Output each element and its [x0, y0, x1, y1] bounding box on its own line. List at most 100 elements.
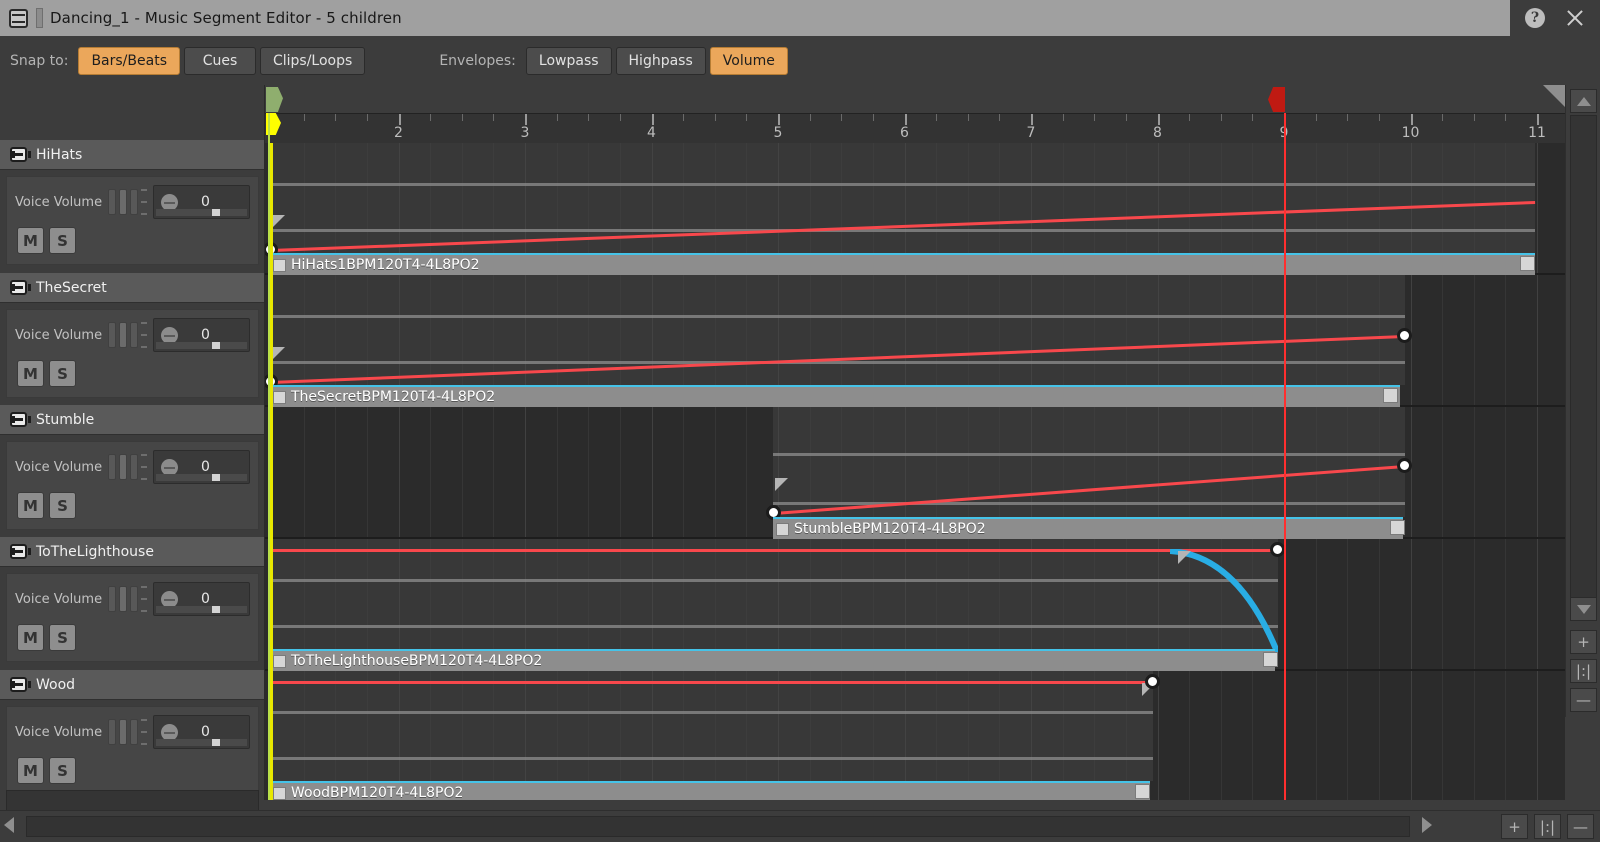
scroll-left-button[interactable] — [4, 817, 14, 833]
envelope-volume-button[interactable]: Volume — [709, 46, 788, 75]
mute-button[interactable]: M — [17, 227, 44, 254]
horizontal-scroll-track[interactable] — [26, 816, 1410, 837]
clip-label-bar[interactable]: WoodBPM120T4-4L8PO2 — [270, 781, 1150, 800]
clip-region[interactable] — [270, 671, 1153, 781]
clip-left-handle[interactable] — [776, 522, 789, 536]
volume-knob-icon[interactable] — [161, 193, 178, 211]
scroll-up-button[interactable] — [1570, 89, 1597, 113]
scroll-down-button[interactable] — [1570, 597, 1597, 621]
envelope-fade-handle[interactable] — [775, 478, 788, 491]
clip-right-handle[interactable] — [1390, 520, 1405, 535]
help-button[interactable]: ? — [1522, 5, 1548, 31]
track-title-bar[interactable]: Stumble — [0, 405, 265, 435]
solo-button[interactable]: S — [49, 227, 76, 254]
mute-button[interactable]: M — [17, 360, 44, 387]
clip-label-bar[interactable]: ToTheLighthouseBPM120T4-4L8PO2 — [270, 649, 1275, 671]
vzoom-out-button[interactable]: — — [1570, 688, 1597, 712]
volume-knob-icon[interactable] — [161, 458, 178, 476]
ruler-strip[interactable]: 234567891011 — [265, 113, 1565, 143]
volume-envelope-line[interactable] — [271, 549, 1278, 552]
track-lane[interactable]: HiHats1BPM120T4-4L8PO2 — [265, 143, 1565, 275]
mute-button[interactable]: M — [17, 757, 44, 784]
meter-bar-fader[interactable] — [119, 586, 127, 612]
segment-end-marker[interactable] — [1268, 87, 1285, 112]
clip-left-handle[interactable] — [273, 258, 286, 272]
mute-button[interactable]: M — [17, 624, 44, 651]
volume-value-box[interactable]: 0 — [153, 450, 250, 484]
scroll-right-button[interactable] — [1422, 817, 1432, 833]
clip-label-bar[interactable]: TheSecretBPM120T4-4L8PO2 — [270, 385, 1400, 407]
grid-line-vertical — [1442, 671, 1444, 800]
clip-left-handle[interactable] — [273, 654, 286, 668]
hzoom-in-button[interactable]: + — [1501, 814, 1528, 839]
volume-slider[interactable] — [156, 739, 247, 746]
volume-knob-icon[interactable] — [161, 326, 178, 344]
timeline-ruler[interactable]: 234567891011 — [265, 85, 1565, 143]
volume-value-box[interactable]: 0 — [153, 715, 250, 749]
track-title-bar[interactable]: Wood — [0, 670, 265, 700]
volume-slider[interactable] — [156, 606, 247, 613]
volume-envelope-line[interactable] — [271, 681, 1153, 684]
vzoom-fit-button[interactable]: |:| — [1570, 659, 1597, 683]
track-lane[interactable]: StumbleBPM120T4-4L8PO2 — [265, 407, 1565, 539]
clip-label-bar[interactable]: StumbleBPM120T4-4L8PO2 — [773, 517, 1403, 539]
meter-bar-fader[interactable] — [119, 454, 127, 480]
volume-knob-icon[interactable] — [161, 590, 178, 608]
clip-right-handle[interactable] — [1383, 388, 1398, 403]
close-button[interactable] — [1562, 5, 1588, 31]
solo-button[interactable]: S — [49, 624, 76, 651]
volume-slider[interactable] — [156, 342, 247, 349]
volume-value-box[interactable]: 0 — [153, 185, 250, 219]
envelope-point[interactable] — [1145, 674, 1160, 689]
solo-button[interactable]: S — [49, 492, 76, 519]
clip-region[interactable] — [270, 275, 1405, 385]
vzoom-in-button[interactable]: + — [1570, 630, 1597, 654]
envelope-lowpass-button[interactable]: Lowpass — [525, 46, 612, 75]
track-lane[interactable]: TheSecretBPM120T4-4L8PO2 — [265, 275, 1565, 407]
envelope-point[interactable] — [1270, 542, 1285, 557]
clip-right-handle[interactable] — [1520, 256, 1535, 271]
vertical-scroll-track[interactable] — [1570, 115, 1597, 607]
volume-value-box[interactable]: 0 — [153, 582, 250, 616]
envelope-fade-handle[interactable] — [1178, 551, 1191, 564]
track-lane[interactable]: ToTheLighthouseBPM120T4-4L8PO2 — [265, 539, 1565, 671]
meter-bar-fader[interactable] — [119, 719, 127, 745]
hzoom-out-button[interactable]: — — [1567, 814, 1594, 839]
volume-slider[interactable] — [156, 474, 247, 481]
clip-region[interactable] — [270, 143, 1535, 253]
clip-right-handle[interactable] — [1135, 784, 1150, 799]
volume-slider[interactable] — [156, 209, 247, 216]
horizontal-scrollbar[interactable]: + |:| — — [0, 810, 1600, 842]
envelope-fade-handle[interactable] — [272, 215, 285, 228]
mute-button[interactable]: M — [17, 492, 44, 519]
volume-knob-icon[interactable] — [161, 723, 178, 741]
snap-bars-beats-button[interactable]: Bars/Beats — [78, 46, 180, 75]
envelope-point[interactable] — [1397, 328, 1412, 343]
volume-value-box[interactable]: 0 — [153, 318, 250, 352]
solo-button[interactable]: S — [49, 757, 76, 784]
track-lanes[interactable]: HiHats1BPM120T4-4L8PO2 TheSecretBPM120T4-… — [265, 143, 1565, 800]
snap-cues-button[interactable]: Cues — [183, 46, 256, 75]
clip-left-handle[interactable] — [273, 786, 286, 800]
envelope-fade-handle[interactable] — [272, 347, 285, 360]
envelope-highpass-button[interactable]: Highpass — [615, 46, 706, 75]
hzoom-fit-button[interactable]: |:| — [1534, 814, 1561, 839]
clip-right-handle[interactable] — [1263, 652, 1278, 667]
track-lane[interactable]: WoodBPM120T4-4L8PO2 — [265, 671, 1565, 800]
vertical-scrollbar[interactable]: + |:| — — [1565, 85, 1600, 717]
clip-label-bar[interactable]: HiHats1BPM120T4-4L8PO2 — [270, 253, 1535, 275]
segment-start-marker[interactable] — [266, 87, 283, 112]
arrangement-view[interactable]: 234567891011 HiHats1BPM120T4-4L8PO2 TheSe… — [265, 85, 1565, 800]
clip-region[interactable] — [773, 407, 1405, 517]
track-title-bar[interactable]: HiHats — [0, 140, 265, 170]
clip-left-handle[interactable] — [273, 390, 286, 404]
meter-bar-fader[interactable] — [119, 189, 127, 215]
snap-clips-loops-button[interactable]: Clips/Loops — [259, 46, 366, 75]
solo-button[interactable]: S — [49, 360, 76, 387]
track-title-bar[interactable]: ToTheLighthouse — [0, 537, 265, 567]
playhead-line[interactable] — [1284, 113, 1286, 800]
meter-bar-right — [130, 719, 138, 745]
meter-bar-fader[interactable] — [119, 322, 127, 348]
track-title-bar[interactable]: TheSecret — [0, 273, 265, 303]
envelope-point[interactable] — [1397, 458, 1412, 473]
